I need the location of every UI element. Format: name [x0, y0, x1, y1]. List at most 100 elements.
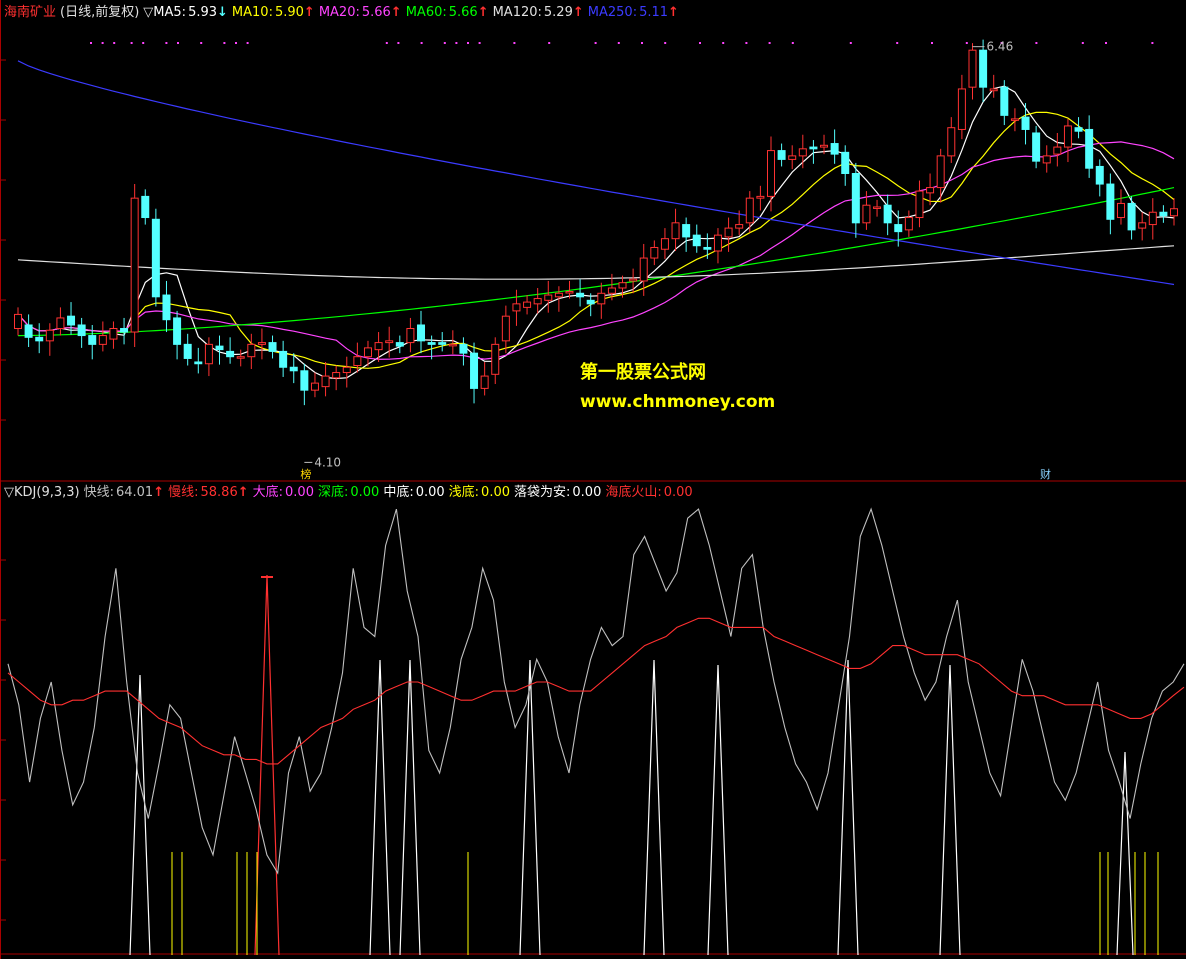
- signal-dot: [896, 42, 899, 44]
- candle-body: [1106, 183, 1115, 220]
- candle: [544, 280, 553, 313]
- candle: [1106, 173, 1115, 235]
- kdj-name[interactable]: KDJ(9,3,3): [14, 485, 80, 500]
- candle-body: [173, 317, 182, 345]
- candle-body: [629, 278, 638, 282]
- ma-legend-item[interactable]: MA5: 5.93↓: [153, 5, 228, 20]
- candle-body: [141, 195, 150, 219]
- candle-body: [1085, 128, 1094, 169]
- candle: [851, 162, 860, 238]
- candle: [459, 337, 468, 366]
- candle-body: [968, 49, 977, 88]
- kdj-legend-item[interactable]: 快线: 64.01↑: [84, 485, 165, 500]
- candle: [989, 74, 998, 98]
- signal-dot: [768, 42, 771, 44]
- candle-body: [1021, 116, 1030, 130]
- kdj-legend-item[interactable]: 浅底: 0.00: [449, 485, 510, 500]
- signal-dot: [385, 42, 388, 44]
- candle-body: [586, 299, 595, 305]
- ma-legend-item[interactable]: MA60: 5.66↑: [406, 5, 489, 20]
- event-mark-b[interactable]: 财: [1040, 467, 1051, 481]
- candle: [395, 335, 404, 354]
- candle-body: [321, 375, 330, 388]
- candle: [1042, 145, 1051, 173]
- candle-body: [120, 328, 129, 333]
- candle: [947, 117, 956, 163]
- kdj-lines: [7, 507, 1185, 875]
- ma-legend-item[interactable]: MA20: 5.66↑: [319, 5, 402, 20]
- candle-body: [724, 227, 733, 238]
- candle: [215, 335, 224, 365]
- ma-legend-value: 5.66: [361, 5, 391, 20]
- sub-legend: ▽KDJ(9,3,3) 快线: 64.01↑ 慢线: 58.86↑ 大底: 0.00 深底: 0…: [4, 485, 701, 501]
- kdj-legend-item[interactable]: 深底: 0.00: [318, 485, 379, 500]
- ma-legend-label: MA250:: [587, 5, 638, 20]
- price-annotations: 6.46 4.10 榜 财: [300, 40, 1051, 481]
- candle: [162, 280, 171, 333]
- candle-body: [268, 342, 277, 352]
- kdj-legend-value: 0.00: [663, 485, 693, 500]
- candle-body: [841, 151, 850, 174]
- kdj-legend-item[interactable]: 海底火山: 0.00: [605, 485, 692, 500]
- kdj-legend-item[interactable]: 中底: 0.00: [383, 485, 444, 500]
- white-spike: [707, 664, 729, 956]
- signal-dot: [513, 42, 516, 44]
- kdj-legend-item[interactable]: 慢线: 58.86↑: [168, 485, 249, 500]
- candle-body: [873, 206, 882, 209]
- candle-body: [703, 246, 712, 250]
- candle-body: [523, 301, 532, 308]
- signal-dot: [113, 42, 116, 44]
- candle-body: [1127, 202, 1136, 231]
- signal-dot: [931, 42, 933, 44]
- candle: [724, 217, 733, 252]
- candle-body: [735, 224, 744, 229]
- ma-legend-item[interactable]: MA120: 5.29↑: [493, 5, 584, 20]
- arrow-up-icon: ↑: [237, 485, 249, 500]
- candle: [1085, 115, 1094, 178]
- kdj-legend-item[interactable]: 大底: 0.00: [253, 485, 314, 500]
- candle-body: [501, 315, 510, 342]
- period-label[interactable]: (日线,前复权): [60, 5, 139, 20]
- candle-body: [989, 88, 998, 92]
- signal-dot: [165, 42, 168, 44]
- signal-dot: [142, 42, 145, 44]
- kdj-legend-item[interactable]: 落袋为安: 0.00: [514, 485, 601, 500]
- candle: [130, 184, 139, 348]
- candle: [257, 328, 266, 360]
- candle: [438, 332, 447, 352]
- signal-dot: [200, 42, 203, 44]
- ma-legend-item[interactable]: MA250: 5.11↑: [588, 5, 679, 20]
- candle-body: [480, 375, 489, 389]
- candle: [660, 228, 669, 259]
- candle-body: [130, 197, 139, 333]
- candle: [713, 228, 722, 264]
- candle-body: [926, 187, 935, 194]
- kdj-legend-label: 快线:: [83, 485, 114, 500]
- ma60-line: [17, 187, 1175, 337]
- ma-legend-value: 5.93: [188, 5, 218, 20]
- ma-legend-item[interactable]: MA10: 5.90↑: [232, 5, 315, 20]
- bottom-signal-spikes: [129, 574, 1159, 956]
- stock-name[interactable]: 海南矿业: [4, 5, 56, 20]
- candlestick-series[interactable]: [14, 39, 1178, 406]
- candle-body: [279, 350, 288, 368]
- white-spike: [369, 659, 391, 956]
- signal-dot: [101, 42, 104, 44]
- white-spike: [837, 659, 859, 956]
- candle: [56, 307, 65, 336]
- ma-legend-label: MA20:: [318, 5, 360, 20]
- candle: [1053, 132, 1062, 167]
- candle-body: [957, 88, 966, 130]
- signal-dot: [849, 42, 852, 44]
- indicator-toggle-icon[interactable]: ▽: [143, 5, 153, 20]
- candle-body: [820, 144, 829, 148]
- candle: [830, 129, 839, 164]
- stock-chart[interactable]: 6.46 4.10 榜 财: [0, 0, 1186, 959]
- event-mark-a[interactable]: 榜: [300, 467, 311, 481]
- candle-body: [660, 238, 669, 250]
- candle: [915, 180, 924, 228]
- candle: [236, 349, 245, 367]
- kdj-legend-value: 0.00: [481, 485, 510, 500]
- indicator-toggle-icon[interactable]: ▽: [4, 485, 14, 500]
- candle-body: [1010, 118, 1019, 121]
